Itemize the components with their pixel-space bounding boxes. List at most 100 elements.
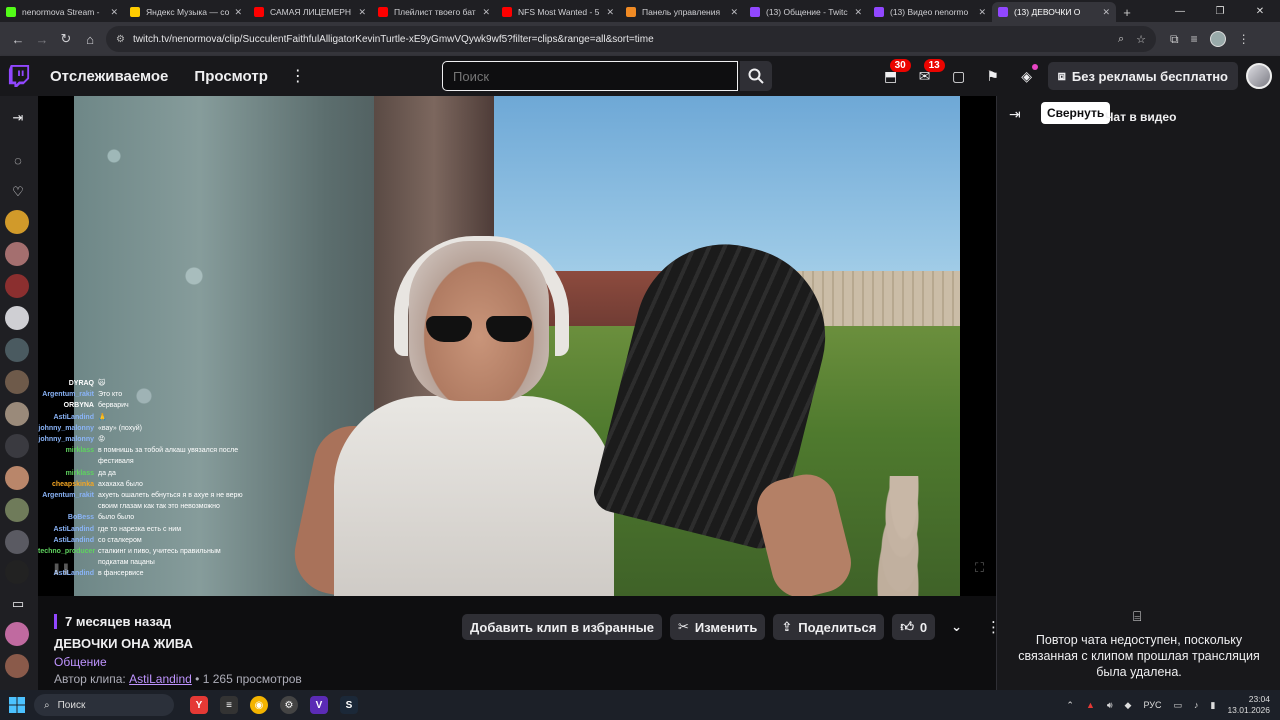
chevron-up-icon[interactable]: ⌃	[1066, 700, 1074, 711]
search-button[interactable]	[740, 61, 772, 91]
whispers-button[interactable]: ▢	[942, 56, 976, 96]
followed-channel-avatar[interactable]	[5, 434, 29, 458]
bits-button[interactable]: ⚑	[976, 56, 1010, 96]
add-to-favorites-button[interactable]: Добавить клип в избранные	[462, 614, 662, 640]
chat-username: DYRAQ	[68, 380, 94, 387]
followed-channel-avatar[interactable]	[5, 622, 29, 646]
battery-icon[interactable]: ▮	[1211, 700, 1216, 711]
chrome-icon[interactable]: ◉	[250, 696, 268, 714]
ad-free-label: Без рекламы бесплатно	[1071, 68, 1228, 84]
browser-tab[interactable]: nenormova Stream - ✕	[0, 2, 124, 22]
tab-close-icon[interactable]: ✕	[234, 7, 242, 18]
notifications-button[interactable]: ⬒ 30	[874, 56, 911, 96]
back-button[interactable]: ←	[6, 27, 30, 51]
maximize-button[interactable]: ❐	[1200, 0, 1240, 22]
new-tab-button[interactable]: +	[1116, 2, 1138, 22]
inbox-button[interactable]: ✉ 13	[908, 56, 945, 96]
pause-icon[interactable]: ❚❚	[52, 562, 70, 575]
nav-following[interactable]: Отслеживаемое	[50, 68, 168, 85]
speaker-icon[interactable]: ♪	[1194, 700, 1199, 710]
media-controls-icon[interactable]: ≡	[1191, 32, 1198, 46]
clip-category-link[interactable]: Общение	[54, 655, 107, 669]
burned-in-chat: DYRAQ 🙀 Argentum_rakit Это кто ORBYNA бервари…	[38, 378, 248, 580]
tab-label: Яндекс Музыка — со	[146, 7, 230, 17]
twitch-logo-icon[interactable]	[2, 56, 36, 96]
warning-icon[interactable]: ▲	[1086, 700, 1095, 710]
browser-tab[interactable]: (13) ДЕВОЧКИ О ✕	[992, 2, 1116, 22]
tab-close-icon[interactable]: ✕	[358, 7, 366, 18]
followed-channel-avatar[interactable]	[5, 210, 29, 234]
tab-close-icon[interactable]: ✕	[606, 7, 614, 18]
followed-channel-avatar[interactable]	[5, 306, 29, 330]
followed-channel-avatar[interactable]	[5, 466, 29, 490]
zoom-icon[interactable]: ⌕	[1118, 33, 1124, 46]
followed-channel-avatar[interactable]	[5, 242, 29, 266]
browser-tab[interactable]: САМАЯ ЛИЦЕМЕРН ✕	[248, 2, 372, 22]
tray-app-icon[interactable]: ◆	[1125, 700, 1132, 711]
search-icon	[748, 68, 764, 84]
author-link[interactable]: AstiLandind	[129, 672, 192, 686]
tab-close-icon[interactable]: ✕	[1102, 7, 1110, 18]
crown-button[interactable]: ◈	[1010, 56, 1044, 96]
browser-tab[interactable]: NFS Most Wanted - 5 ✕	[496, 2, 620, 22]
browser-tab[interactable]: Плейлист твоего бат ✕	[372, 2, 496, 22]
tab-close-icon[interactable]: ✕	[978, 7, 986, 18]
bookmark-star-icon[interactable]: ☆	[1136, 33, 1146, 46]
author-prefix: Автор клипа:	[54, 672, 126, 686]
ad-free-button[interactable]: ⧈ Без рекламы бесплатно	[1047, 62, 1238, 90]
fullscreen-icon[interactable]: ⛶	[975, 560, 984, 576]
yandex-browser-icon[interactable]: Y	[190, 696, 208, 714]
minimize-button[interactable]: —	[1160, 0, 1200, 22]
nav-browse[interactable]: Просмотр	[194, 68, 267, 85]
extensions-icon[interactable]: ⧉	[1170, 32, 1179, 47]
display-icon[interactable]: ▭	[1173, 700, 1182, 711]
chat-message-text: 🙀	[98, 380, 106, 387]
recommended-icon[interactable]: ◌	[4, 146, 32, 174]
tab-close-icon[interactable]: ✕	[110, 7, 118, 18]
more-menu-icon[interactable]: ⋮	[290, 66, 306, 86]
browser-tab[interactable]: (13) Видео nenormo ✕	[868, 2, 992, 22]
profile-avatar[interactable]	[1209, 31, 1226, 47]
taskbar-search[interactable]: ⌕ Поиск	[34, 694, 174, 716]
video-player[interactable]: DYRAQ 🙀 Argentum_rakit Это кто ORBYNA бервари…	[38, 96, 996, 596]
visual-studio-icon[interactable]: V	[310, 696, 328, 714]
close-window-button[interactable]: ✕	[1240, 0, 1280, 22]
app-icon[interactable]: ⚙	[280, 696, 298, 714]
share-button[interactable]: ⇪ Поделиться	[773, 614, 885, 640]
browser-tab[interactable]: Панель управления ✕	[620, 2, 744, 22]
followed-channel-avatar[interactable]	[5, 402, 29, 426]
like-button[interactable]: 👍︎ 0	[892, 614, 936, 640]
app-icon[interactable]: ≡	[220, 696, 238, 714]
address-bar[interactable]: ⚙ twitch.tv/nenormova/clip/SucculentFait…	[106, 26, 1156, 52]
user-avatar[interactable]	[1246, 63, 1272, 89]
search-input[interactable]	[442, 61, 738, 91]
clock[interactable]: 23:04 13.01.2026	[1227, 694, 1270, 716]
home-button[interactable]: ⌂	[78, 27, 102, 51]
language-indicator[interactable]: РУС	[1143, 700, 1161, 710]
browser-tab[interactable]: (13) Общение - Twitc ✕	[744, 2, 868, 22]
tab-close-icon[interactable]: ✕	[730, 7, 738, 18]
reload-button[interactable]: ↻	[54, 27, 78, 51]
forward-button[interactable]: →	[30, 27, 54, 51]
followed-heart-icon[interactable]: ♡	[4, 178, 32, 206]
tab-close-icon[interactable]: ✕	[854, 7, 862, 18]
browser-menu-icon[interactable]: ⋮	[1238, 32, 1250, 46]
tab-close-icon[interactable]: ✕	[482, 7, 490, 18]
windows-start-icon[interactable]	[0, 697, 34, 713]
edit-button[interactable]: ✂ Изменить	[669, 614, 766, 640]
volume-icon[interactable]: 🔊︎	[1107, 700, 1113, 711]
expand-sidebar-icon[interactable]: ⇥	[4, 104, 32, 132]
site-info-icon[interactable]: ⚙	[116, 34, 125, 45]
followed-channel-avatar[interactable]	[5, 338, 29, 362]
steam-icon[interactable]: S	[340, 696, 358, 714]
followed-channel-avatar[interactable]	[5, 560, 29, 584]
collapse-chat-icon[interactable]: ⇥	[1009, 106, 1021, 123]
video-icon[interactable]: ▭	[4, 590, 32, 618]
followed-channel-avatar[interactable]	[5, 274, 29, 298]
dislike-dropdown-button[interactable]: ⌄	[943, 614, 970, 640]
followed-channel-avatar[interactable]	[5, 370, 29, 394]
followed-channel-avatar[interactable]	[5, 530, 29, 554]
browser-tab[interactable]: Яндекс Музыка — со ✕	[124, 2, 248, 22]
followed-channel-avatar[interactable]	[5, 654, 29, 678]
followed-channel-avatar[interactable]	[5, 498, 29, 522]
